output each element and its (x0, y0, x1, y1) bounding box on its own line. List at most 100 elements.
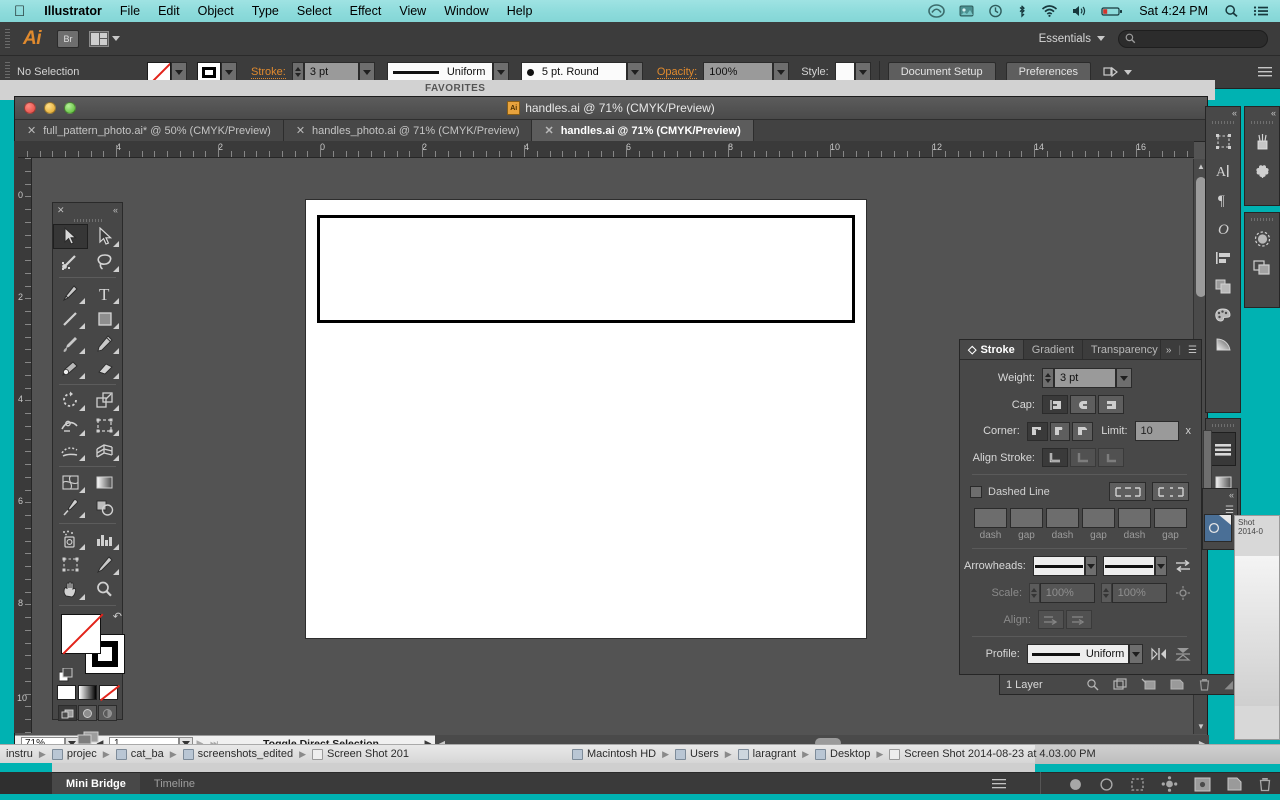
dock-grip[interactable] (1245, 215, 1279, 224)
time-machine-icon[interactable] (981, 4, 1010, 18)
gradient-tool[interactable] (88, 470, 123, 495)
path-item-projec[interactable]: projec (50, 748, 99, 760)
extend-arrow-beyond-end-button[interactable] (1038, 610, 1064, 629)
document-title-bar[interactable]: Ai handles.ai @ 71% (CMYK/Preview) (15, 97, 1207, 120)
place-arrow-at-end-button[interactable] (1066, 610, 1092, 629)
stroke-weight-dropdown[interactable] (358, 62, 375, 82)
projecting-cap-button[interactable] (1098, 395, 1124, 414)
weight-value[interactable]: 3 pt (1054, 368, 1116, 388)
workspace-switcher[interactable]: Essentials (1039, 33, 1105, 45)
align-to-control[interactable] (1103, 65, 1132, 79)
graphic-styles-panel-icon[interactable] (1245, 253, 1279, 282)
dash-field-1[interactable]: dash (974, 508, 1007, 541)
menu-app-name[interactable]: Illustrator (35, 4, 111, 18)
brush-control[interactable]: 5 pt. Round (520, 62, 643, 82)
shape-builder-tool[interactable] (53, 438, 88, 463)
hand-tool[interactable] (53, 577, 88, 602)
new-item-icon[interactable] (1227, 777, 1242, 791)
brushes-panel-icon[interactable] (1245, 127, 1279, 156)
bluetooth-icon[interactable] (1010, 4, 1034, 18)
resize-grip-icon[interactable]: ◢ (1225, 678, 1233, 691)
tab-gradient[interactable]: Gradient (1024, 340, 1083, 359)
keyframe-icon[interactable] (1161, 776, 1178, 792)
selection-tool[interactable] (53, 224, 88, 249)
collapse-panel-icon[interactable]: « (113, 205, 118, 215)
document-tab-handles-photo[interactable]: ✕ handles_photo.ai @ 71% (CMYK/Preview) (283, 120, 533, 141)
menu-item-edit[interactable]: Edit (149, 4, 189, 18)
column-graph-tool[interactable] (88, 527, 123, 552)
rectangle-tool[interactable] (88, 306, 123, 331)
rotate-tool[interactable] (53, 388, 88, 413)
dock-grip[interactable] (1206, 421, 1240, 430)
dash-exact-button[interactable] (1109, 482, 1146, 501)
default-fill-stroke-icon[interactable] (59, 668, 73, 682)
align-outside-button[interactable] (1098, 448, 1124, 467)
delete-selection-icon[interactable] (1198, 678, 1211, 691)
stroke-panel-icon[interactable] (1210, 432, 1236, 466)
fill-dropdown-button[interactable] (171, 62, 187, 82)
path-item-desktop[interactable]: Desktop (813, 748, 872, 760)
control-bar-menu-button[interactable] (1258, 66, 1272, 78)
miter-join-button[interactable] (1026, 421, 1048, 441)
stroke-color-control[interactable] (197, 62, 237, 82)
menu-item-object[interactable]: Object (189, 4, 243, 18)
scale-end-value[interactable]: 100% (1111, 583, 1167, 603)
align-center-button[interactable] (1042, 448, 1068, 467)
collapse-panel-icon[interactable]: » (1166, 345, 1172, 356)
apple-logo-icon[interactable]:  (0, 4, 35, 19)
stroke-weight-label[interactable]: Stroke: (251, 66, 286, 79)
collapse-panel-icon[interactable]: « (1271, 108, 1276, 118)
document-tab-handles[interactable]: ✕ handles.ai @ 71% (CMYK/Preview) (532, 120, 754, 141)
pencil-tool[interactable] (88, 331, 123, 356)
wifi-icon[interactable] (1034, 4, 1065, 18)
notification-center-icon[interactable] (1246, 4, 1280, 18)
stroke-weight-stepper[interactable] (291, 62, 304, 82)
align-panel-icon[interactable] (1206, 243, 1240, 272)
panel-menu-icon[interactable]: ☰ (1188, 345, 1197, 356)
lasso-tool[interactable] (88, 249, 123, 274)
rectangle-object[interactable] (317, 215, 855, 323)
slice-tool[interactable] (88, 552, 123, 577)
opacity-value[interactable]: 100% (703, 62, 774, 82)
spotlight-search-icon[interactable] (1217, 4, 1246, 18)
path-item-screenshots-edited[interactable]: screenshots_edited (181, 748, 295, 760)
symbols-panel-icon[interactable] (1245, 156, 1279, 185)
menu-item-file[interactable]: File (111, 4, 149, 18)
close-tab-icon[interactable]: ✕ (544, 124, 553, 137)
symbol-sprayer-tool[interactable] (53, 527, 88, 552)
stroke-profile-value[interactable]: Uniform (386, 62, 493, 82)
stroke-profile-control[interactable]: Uniform (386, 62, 509, 82)
document-tab-full-pattern[interactable]: ✕ full_pattern_photo.ai* @ 50% (CMYK/Pre… (15, 120, 284, 141)
gap-field-2[interactable]: gap (1082, 508, 1115, 541)
width-tool[interactable] (53, 413, 88, 438)
toolbox-grip[interactable] (53, 217, 122, 224)
graphic-style-dropdown[interactable] (854, 62, 871, 82)
gap-field-3[interactable]: gap (1154, 508, 1187, 541)
stroke-dropdown-button[interactable] (221, 62, 237, 82)
paintbrush-tool[interactable] (53, 331, 88, 356)
fill-control[interactable] (147, 62, 187, 82)
profile-dropdown[interactable] (1129, 644, 1143, 664)
fill-color-indicator[interactable] (61, 613, 104, 655)
app-search-field[interactable] (1118, 29, 1268, 48)
zoom-tool[interactable] (88, 577, 123, 602)
pathfinder-panel-icon[interactable] (1206, 272, 1240, 301)
menu-item-help[interactable]: Help (498, 4, 542, 18)
perspective-grid-tool[interactable] (88, 438, 123, 463)
flip-across-icon[interactable] (1151, 647, 1167, 661)
selection-icon[interactable] (1130, 777, 1145, 792)
none-swatch-button[interactable] (99, 684, 121, 702)
app-bar-grip[interactable] (4, 27, 11, 50)
paragraph-panel-icon[interactable]: ¶ (1206, 185, 1240, 214)
stroke-profile-dropdown[interactable] (492, 62, 509, 82)
direct-selection-tool[interactable] (88, 224, 123, 249)
graphic-style-swatch[interactable] (834, 62, 855, 82)
menu-item-type[interactable]: Type (243, 4, 288, 18)
draw-normal-button[interactable] (58, 705, 77, 721)
collapse-panel-icon[interactable]: « (1232, 108, 1237, 118)
swap-arrowheads-icon[interactable] (1175, 559, 1191, 573)
arrowhead-start-dropdown[interactable] (1084, 556, 1097, 576)
line-segment-tool[interactable] (53, 306, 88, 331)
blend-tool[interactable] (88, 495, 123, 520)
background-window-fragment[interactable]: Shot 2014-0 (1234, 515, 1280, 740)
